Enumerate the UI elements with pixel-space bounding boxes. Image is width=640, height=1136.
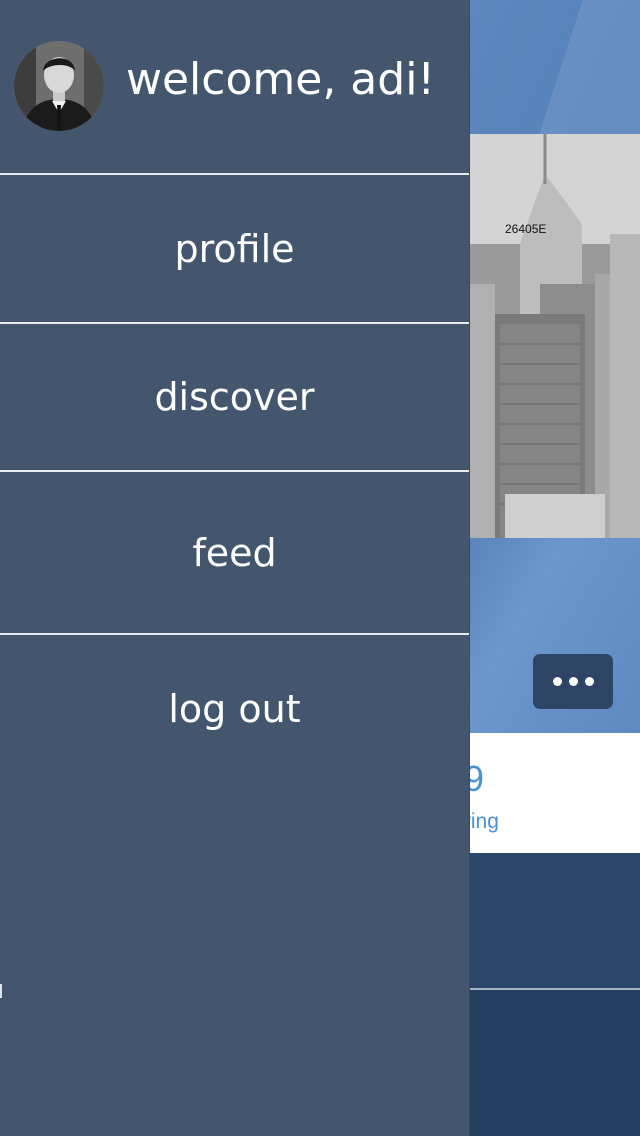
drawer-header: welcome, adi! — [0, 0, 469, 173]
user-avatar-icon — [14, 41, 104, 131]
more-options-button[interactable] — [533, 654, 613, 709]
avatar[interactable] — [14, 41, 104, 131]
menu-item-profile[interactable]: profile — [0, 175, 469, 322]
more-dot-icon — [568, 677, 578, 686]
side-drawer: welcome, adi! profile discover feed log … — [0, 0, 470, 1136]
photo-caption: 26405E — [505, 222, 547, 236]
menu-item-log-out[interactable]: log out — [0, 635, 469, 783]
edge-indicator — [0, 984, 2, 998]
menu-item-feed[interactable]: feed — [0, 472, 469, 633]
more-dot-icon — [552, 677, 562, 686]
menu-item-discover[interactable]: discover — [0, 324, 469, 470]
more-dot-icon — [584, 677, 594, 686]
welcome-message: welcome, adi! — [126, 54, 436, 105]
